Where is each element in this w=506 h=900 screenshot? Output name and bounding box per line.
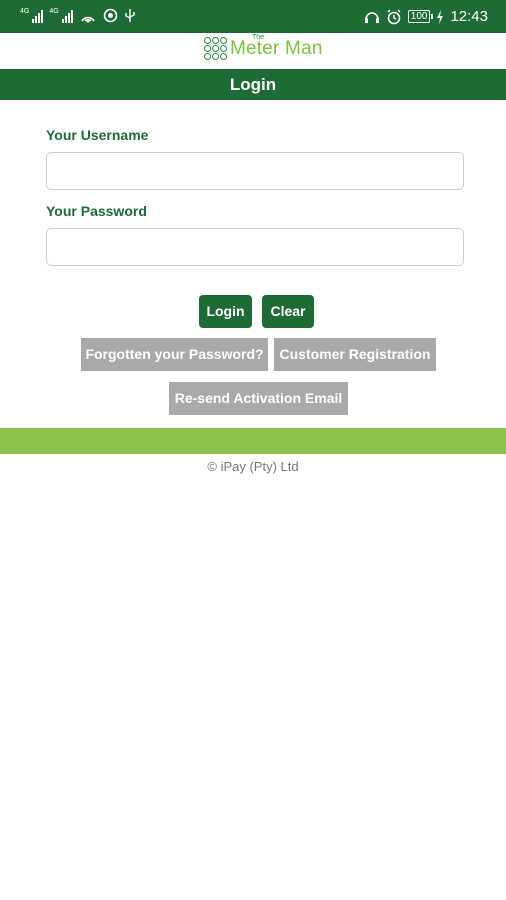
charging-icon — [437, 9, 444, 24]
brand-header: The Meter Man — [0, 33, 506, 68]
signal-strength-2-icon — [61, 9, 73, 23]
meter-grid-icon — [204, 37, 227, 60]
status-right-icons: 100 12:43 — [364, 8, 488, 25]
password-label: Your Password — [46, 203, 147, 219]
hotspot-icon — [81, 16, 95, 22]
resend-activation-button[interactable]: Re-send Activation Email — [169, 382, 348, 415]
battery-icon: 100 — [407, 10, 434, 23]
headset-icon — [364, 12, 379, 23]
login-button[interactable]: Login — [199, 295, 252, 328]
app-logo: The Meter Man — [204, 34, 323, 60]
logo-text: The Meter Man — [230, 34, 323, 60]
logo-name: Meter Man — [230, 37, 323, 59]
status-left-icons: 4G 4G — [20, 8, 136, 23]
page-title: Login — [0, 69, 506, 100]
sync-icon — [103, 8, 117, 23]
clear-button[interactable]: Clear — [262, 295, 314, 328]
copyright-text: © iPay (Pty) Ltd — [207, 459, 299, 474]
signal-strength-icon — [32, 9, 44, 23]
status-bar: 4G 4G 100 12:43 — [0, 0, 506, 33]
network-type-2: 4G — [49, 8, 59, 15]
status-time: 12:43 — [450, 8, 488, 25]
username-input[interactable] — [46, 152, 464, 190]
network-type-1: 4G — [20, 8, 30, 15]
footer-band — [0, 428, 506, 454]
password-input[interactable] — [46, 228, 464, 266]
customer-registration-button[interactable]: Customer Registration — [274, 338, 436, 371]
logo-small-text: The — [252, 33, 265, 41]
username-label: Your Username — [46, 127, 149, 143]
usb-icon — [124, 9, 135, 22]
alarm-icon — [387, 9, 401, 24]
forgot-password-button[interactable]: Forgotten your Password? — [81, 338, 268, 371]
